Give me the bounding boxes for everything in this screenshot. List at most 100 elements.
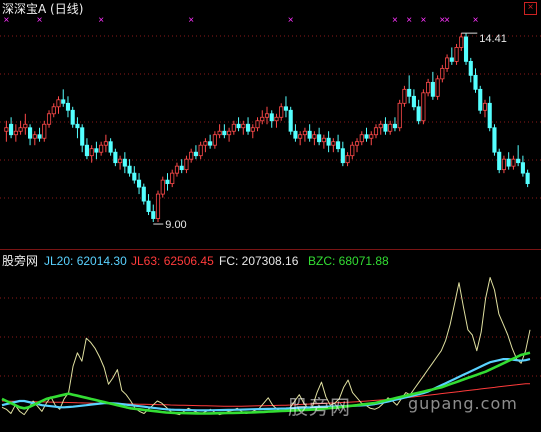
candle-body [283,106,289,111]
candle-body [75,123,80,129]
signal-marker: × [188,15,194,26]
candle-body [198,144,203,157]
legend-jl63: JL63: 62506.45 [131,254,214,268]
close-icon[interactable]: × [524,2,537,15]
candle-body [250,127,255,132]
candle-body [516,158,521,164]
candle-body [203,141,208,146]
candle-body [70,109,75,125]
candle-body [279,106,284,118]
candle-body [336,141,341,150]
candle-body [151,211,156,219]
candle-body [317,134,322,143]
candle-body [430,81,435,97]
low-label: 9.00 [165,219,186,231]
signal-marker: × [473,15,479,26]
legend-bzc: BZC: 68071.88 [308,254,389,268]
candle-body [392,123,398,129]
candle-body [51,106,56,115]
watermark-url: gupang.com [408,394,518,413]
candle-body [440,67,445,80]
signal-marker: × [98,15,104,26]
candle-body [227,130,232,136]
candle-body [260,116,265,122]
candle-body [37,134,42,139]
candle-body [463,36,469,62]
candle-body [189,151,194,160]
legend-jl20: JL20: 62014.30 [44,254,127,268]
candle-body [118,158,123,164]
candle-body [274,116,279,122]
candle-body [298,134,303,139]
signal-marker: × [288,15,294,26]
candle-body [23,123,28,129]
candle-body [61,99,66,104]
candle-body [127,165,132,174]
candle-body [497,151,502,171]
candle-body [288,109,293,132]
price-panel[interactable]: × × × × × × × × × × × 14.41 9.00 深深宝A (日线) × [0,0,541,249]
candle-body [454,47,459,62]
signal-marker: × [37,15,43,26]
candle-body [179,165,184,171]
chart-title: 深深宝A (日线) [2,2,84,16]
candle-body [421,92,426,122]
candle-body [321,137,326,143]
high-label: 14.41 [479,33,507,45]
candle-body [378,123,383,129]
candle-body [170,172,175,185]
indicator-name: 股旁网 [2,254,39,268]
candle-body [89,148,94,157]
candle-body [345,155,350,164]
candle-body [193,151,198,157]
candle-body [492,127,497,153]
candle-body [506,158,511,167]
candle-body [340,148,345,164]
candle-body [312,134,317,139]
candle-body [32,134,37,139]
candle-body [222,130,227,136]
candle-body [397,102,402,129]
candle-body [80,127,85,146]
candle-body [4,127,9,132]
candle-body [373,127,379,136]
candle-body [402,88,407,104]
candle-body [103,141,108,146]
candle-body [122,158,127,167]
candle-body [94,148,99,153]
candle-body [293,130,298,139]
candle-body [28,127,33,139]
candle-body [520,162,525,174]
candle-body [525,172,530,185]
candle-body [383,123,388,132]
candle-body [245,123,251,132]
candle-body [13,130,18,136]
candle-body [388,123,393,132]
candle-body [184,158,189,171]
candle-body [241,123,246,129]
legend-fc: FC: 207308.16 [219,254,299,268]
candle-body [369,134,374,139]
candle-body [99,144,104,153]
candle-body [449,57,454,62]
watermark-text: 股旁网 [288,395,351,419]
signal-marker: × [3,15,9,26]
candle-body [407,88,412,97]
candle-body [468,60,473,76]
candlestick-chart[interactable]: × × × × × × × × ×× ×14.419.00 [0,0,541,249]
candle-body [231,123,236,132]
candle-body [146,200,151,212]
candle-body [435,78,440,97]
candle-body [132,172,137,181]
candle-body [160,179,165,195]
candle-body [445,57,450,69]
candle-body [212,134,217,146]
candle-body [350,144,355,157]
candle-body [478,88,483,111]
candle-body [165,179,170,185]
candle-body [174,165,180,174]
candle-body [487,102,492,129]
candle-body [416,106,421,122]
candle-body [426,81,431,94]
signal-marker: × [444,15,450,26]
